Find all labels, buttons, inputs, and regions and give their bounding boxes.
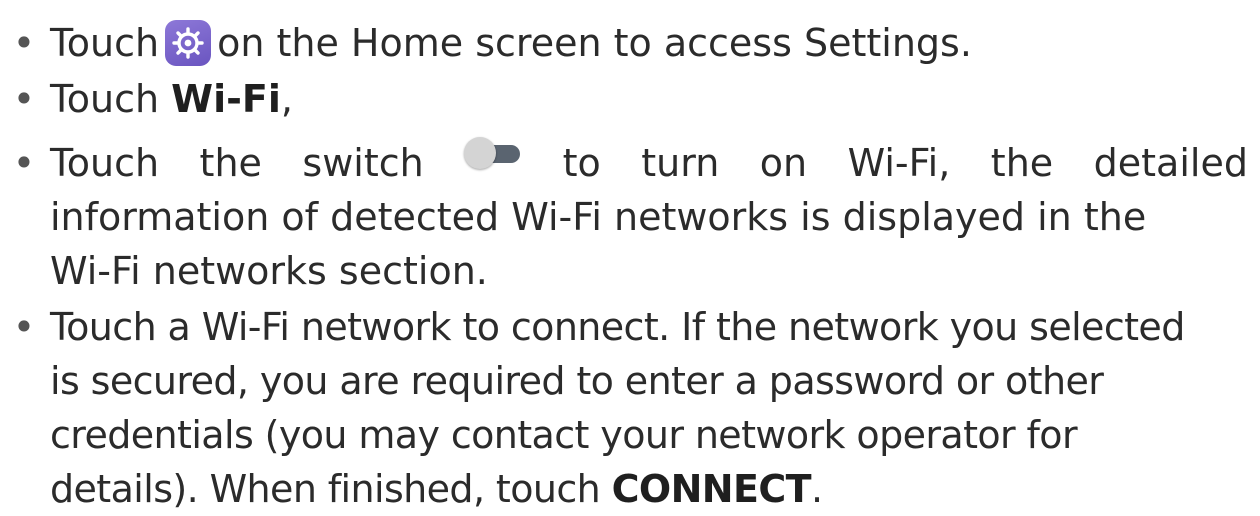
- text-suffix: ,: [280, 77, 293, 121]
- justified-line: Touch the switch to turn on Wi-Fi, the d…: [50, 136, 1248, 190]
- word: detailed: [1093, 141, 1248, 185]
- text-before-icon: Touch: [50, 21, 160, 65]
- text-suffix: .: [810, 467, 823, 511]
- text-prefix: details). When finished, touch: [50, 467, 612, 511]
- bullet: •: [12, 305, 36, 349]
- wifi-bold-label: Wi-Fi: [171, 77, 281, 121]
- text-line: Touch a Wi-Fi network to connect. If the…: [50, 305, 1185, 349]
- word: switch: [302, 141, 424, 185]
- toggle-switch-icon: [464, 136, 522, 170]
- word: the: [990, 141, 1054, 185]
- word: to: [562, 141, 601, 185]
- text-prefix: Touch: [50, 77, 172, 121]
- list-item-text: Touch on the Home screen to access Setti…: [50, 16, 1248, 70]
- instruction-list: • Touch on the Home screen to access Set…: [0, 0, 1260, 511]
- text-line: credentials (you may contact your networ…: [50, 413, 1078, 457]
- text-line: Wi-Fi networks section.: [50, 249, 488, 293]
- settings-gear-icon: [165, 20, 212, 66]
- word: on: [759, 141, 808, 185]
- bullet: •: [12, 21, 36, 65]
- word: Touch: [50, 141, 160, 185]
- text-line: information of detected Wi-Fi networks i…: [50, 195, 1147, 239]
- word: turn: [641, 141, 720, 185]
- text-after-icon: on the Home screen to access Settings.: [217, 21, 972, 65]
- list-item-text: Touch Wi-Fi,: [50, 72, 1248, 126]
- text-line: is secured, you are required to enter a …: [50, 359, 1104, 403]
- word: Wi-Fi,: [847, 141, 951, 185]
- word: the: [199, 141, 262, 185]
- bullet: •: [12, 141, 36, 185]
- bullet: •: [12, 77, 36, 121]
- list-item-text: Touch the switch to turn on Wi-Fi, the d…: [50, 136, 1248, 298]
- list-item-text: Touch a Wi-Fi network to connect. If the…: [50, 300, 1248, 516]
- connect-bold-label: CONNECT: [611, 467, 812, 511]
